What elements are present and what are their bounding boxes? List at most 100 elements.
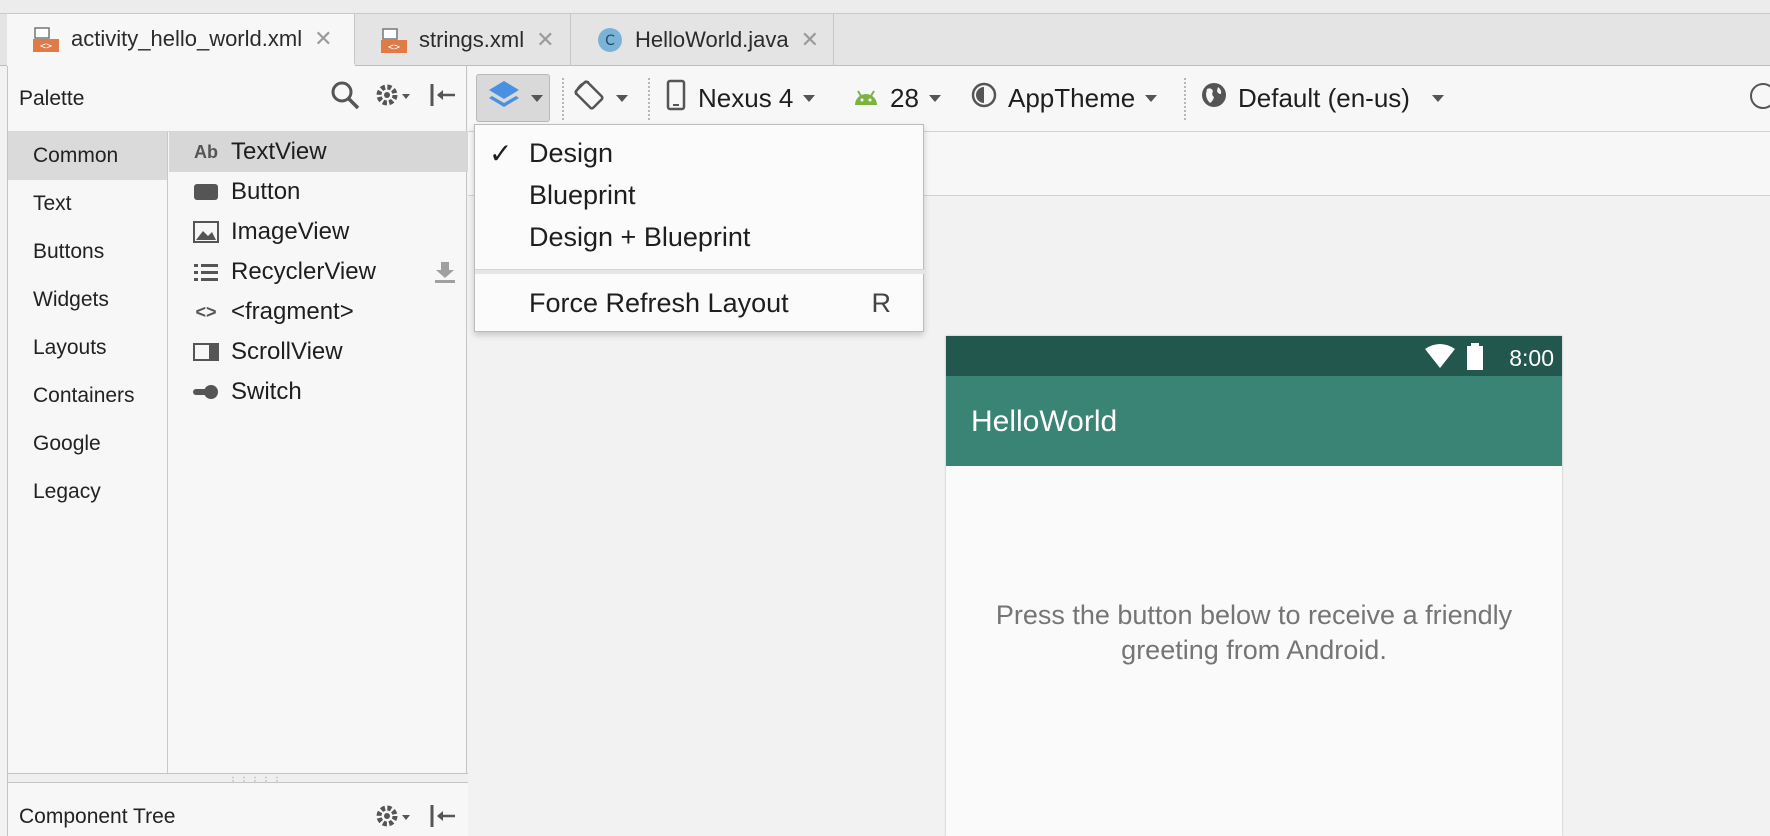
close-icon[interactable]: ✕ (314, 26, 332, 52)
category-widgets[interactable]: Widgets (8, 276, 167, 324)
category-containers[interactable]: Containers (8, 372, 167, 420)
palette-item-switch[interactable]: Switch (169, 372, 468, 412)
locale-label: Default (en-us) (1238, 82, 1410, 113)
item-label: Switch (231, 378, 302, 405)
chevron-down-icon (803, 94, 816, 102)
shortcut-label: R (871, 287, 892, 318)
category-label: Text (33, 192, 72, 215)
svg-text:<>: <> (388, 42, 400, 53)
android-studio-window: <> activity_hello_world.xml ✕ <> strings… (0, 0, 1770, 836)
close-icon[interactable]: ✕ (801, 27, 819, 53)
palette-title: Palette (19, 87, 85, 110)
palette-item-button[interactable]: Button (169, 172, 468, 212)
palette-items: Ab TextView Button ImageView RecyclerVie… (169, 132, 468, 836)
toolbar-divider (648, 78, 650, 120)
tab-label: HelloWorld.java (635, 27, 789, 52)
device-selector[interactable]: Nexus 4 (666, 74, 816, 122)
palette-header: Palette (8, 66, 468, 132)
category-label: Legacy (33, 480, 101, 503)
menu-item-blueprint[interactable]: Blueprint (475, 174, 925, 216)
menu-item-force-refresh[interactable]: Force Refresh Layout R (475, 282, 925, 324)
component-tree-header: Component Tree (8, 783, 468, 836)
hide-panel-icon[interactable] (428, 80, 458, 115)
status-bar: 8:00 (946, 336, 1562, 376)
item-label: <fragment> (231, 298, 354, 325)
java-class-icon: C (597, 27, 625, 53)
status-time: 8:00 (1509, 345, 1554, 371)
theme-icon (970, 81, 998, 116)
design-surface-menu: ✓ Design Blueprint Design + Blueprint Fo… (474, 124, 925, 332)
switch-icon (191, 380, 221, 404)
menu-item-label: Design + Blueprint (529, 221, 751, 252)
category-text[interactable]: Text (8, 180, 167, 228)
download-icon[interactable] (434, 260, 456, 290)
more-options-icon[interactable] (1750, 83, 1770, 109)
toolbar-divider (1184, 78, 1186, 120)
category-label: Layouts (33, 336, 107, 359)
menu-item-design-blueprint[interactable]: Design + Blueprint (475, 216, 925, 258)
greeting-textview[interactable]: Press the button below to receive a frie… (966, 598, 1542, 668)
breadcrumb-strip (0, 0, 1770, 14)
chevron-down-icon (1145, 94, 1158, 102)
phone-icon (666, 79, 686, 118)
item-label: RecyclerView (231, 258, 376, 285)
app-bar: HelloWorld (946, 376, 1562, 466)
menu-item-label: Blueprint (529, 179, 636, 210)
chevron-down-icon (616, 94, 628, 102)
palette-item-imageview[interactable]: ImageView (169, 212, 468, 252)
item-label: ImageView (231, 218, 350, 245)
device-preview[interactable]: 8:00 HelloWorld Press the button below t… (946, 336, 1562, 836)
android-icon (852, 83, 880, 114)
device-label: Nexus 4 (698, 82, 794, 113)
locale-selector[interactable]: Default (en-us) (1200, 74, 1444, 122)
category-label: Google (33, 432, 101, 455)
editor-tab-bar: <> activity_hello_world.xml ✕ <> strings… (0, 14, 1770, 66)
palette-item-scrollview[interactable]: ScrollView (169, 332, 468, 372)
palette-item-fragment[interactable]: <> <fragment> (169, 292, 468, 332)
search-icon[interactable] (330, 80, 360, 115)
category-common[interactable]: Common (8, 132, 167, 180)
menu-separator (475, 269, 925, 274)
item-label: ScrollView (231, 338, 343, 365)
item-label: Button (231, 178, 301, 205)
category-label: Buttons (33, 240, 105, 263)
category-google[interactable]: Google (8, 420, 167, 468)
xml-file-icon: <> (381, 27, 409, 53)
tab-label: strings.xml (419, 27, 525, 52)
api-level-selector[interactable]: 28 (852, 74, 941, 122)
orientation-button[interactable] (572, 74, 628, 122)
button-icon (191, 180, 221, 204)
panel-splitter[interactable]: ⋮⋮⋮⋮⋮ (8, 773, 468, 787)
menu-item-label: Design (529, 137, 614, 168)
palette-item-textview[interactable]: Ab TextView (169, 132, 468, 172)
close-icon[interactable]: ✕ (536, 27, 554, 53)
menu-item-design[interactable]: ✓ Design (475, 132, 925, 174)
chevron-down-icon (1431, 94, 1444, 102)
app-title: HelloWorld (971, 405, 1118, 438)
menu-item-label: Force Refresh Layout (529, 287, 789, 318)
tab-helloworld-java[interactable]: C HelloWorld.java ✕ (571, 14, 834, 66)
svg-text:C: C (605, 33, 615, 49)
globe-icon (1200, 81, 1228, 116)
category-legacy[interactable]: Legacy (8, 468, 167, 516)
gear-icon[interactable] (374, 80, 414, 115)
gear-icon[interactable] (374, 801, 414, 836)
design-toolbar: Nexus 4 28 AppTheme Default (en-us) (468, 66, 1770, 132)
hide-panel-icon[interactable] (428, 801, 458, 836)
chevron-down-icon (928, 94, 941, 102)
toolbar-divider (562, 78, 564, 120)
rotate-icon (572, 78, 606, 119)
category-buttons[interactable]: Buttons (8, 228, 167, 276)
palette-item-recyclerview[interactable]: RecyclerView (169, 252, 468, 292)
chevron-down-icon (531, 94, 543, 102)
category-layouts[interactable]: Layouts (8, 324, 167, 372)
api-label: 28 (890, 82, 919, 113)
tab-activity-hello-world[interactable]: <> activity_hello_world.xml ✕ (7, 14, 355, 66)
list-icon (191, 260, 221, 284)
tab-strings[interactable]: <> strings.xml ✕ (355, 14, 571, 66)
design-surface-button[interactable] (476, 74, 550, 122)
svg-text:<>: <> (40, 41, 52, 52)
theme-selector[interactable]: AppTheme (970, 74, 1158, 122)
textview-icon: Ab (194, 141, 218, 162)
tab-label: activity_hello_world.xml (71, 25, 303, 51)
